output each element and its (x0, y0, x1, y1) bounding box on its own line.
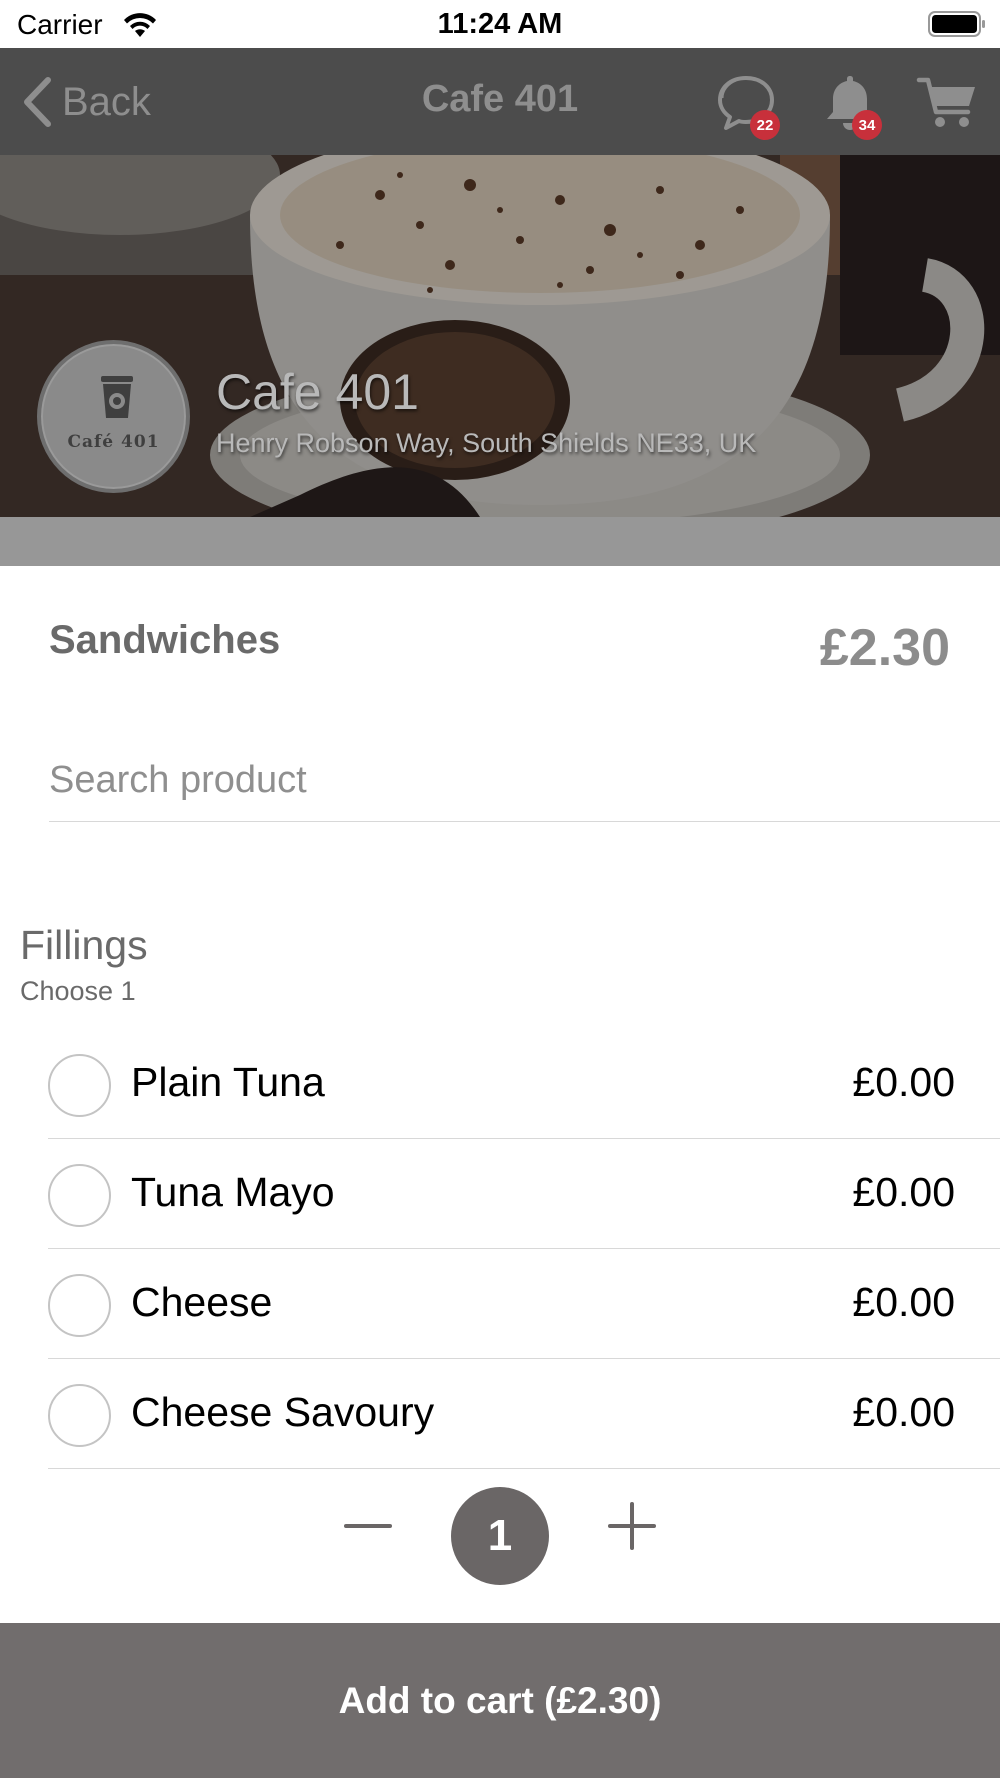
notification-badge: 34 (852, 110, 882, 140)
option-price: £0.00 (852, 1389, 955, 1435)
shop-logo: Café 401 (37, 340, 190, 493)
option-price: £0.00 (852, 1059, 955, 1105)
option-price: £0.00 (852, 1169, 955, 1215)
back-label: Back (62, 79, 151, 124)
coffee-cup-icon (101, 376, 133, 418)
radio-button[interactable] (48, 1274, 111, 1337)
product-price: £2.30 (819, 619, 950, 677)
status-bar: Carrier 11:24 AM (0, 0, 1000, 48)
back-button[interactable]: Back (20, 74, 151, 130)
cart-icon[interactable] (916, 70, 980, 134)
shop-address: Henry Robson Way, South Shields NE33, UK (216, 428, 757, 458)
option-label: Tuna Mayo (131, 1169, 335, 1215)
quantity-value: 1 (451, 1487, 549, 1585)
option-group-subtitle: Choose 1 (20, 976, 136, 1006)
option-label: Plain Tuna (131, 1059, 325, 1105)
divider-band (0, 517, 1000, 566)
chat-badge: 22 (750, 110, 780, 140)
plus-icon[interactable] (606, 1500, 658, 1552)
clock: 11:24 AM (437, 8, 563, 40)
option-label: Cheese (131, 1279, 273, 1325)
option-label: Cheese Savoury (131, 1389, 435, 1435)
battery-icon (928, 11, 985, 37)
radio-button[interactable] (48, 1164, 111, 1227)
option-row-cheese[interactable]: Cheese £0.00 (48, 1249, 1000, 1359)
option-row-plain-tuna[interactable]: Plain Tuna £0.00 (48, 1029, 1000, 1139)
product-name: Sandwiches (49, 618, 281, 662)
minus-icon[interactable] (342, 1500, 394, 1552)
logo-text: Café 401 (67, 432, 160, 452)
add-to-cart-button[interactable]: Add to cart (£2.30) (0, 1623, 1000, 1778)
option-row-cheese-savoury[interactable]: Cheese Savoury £0.00 (48, 1359, 1000, 1469)
option-row-tuna-mayo[interactable]: Tuna Mayo £0.00 (48, 1139, 1000, 1249)
shop-name: Cafe 401 (216, 364, 419, 420)
chevron-left-icon (24, 77, 51, 127)
radio-button[interactable] (48, 1054, 111, 1117)
option-price: £0.00 (852, 1279, 955, 1325)
radio-button[interactable] (48, 1384, 111, 1447)
search-input[interactable] (49, 740, 1000, 822)
navigation-bar: Back Cafe 401 22 34 (0, 48, 1000, 155)
option-group-title: Fillings (20, 922, 148, 968)
options-list: Plain Tuna £0.00 Tuna Mayo £0.00 Cheese … (48, 1029, 1000, 1469)
shop-hero: Café 401 Cafe 401 Henry Robson Way, Sout… (0, 155, 1000, 517)
